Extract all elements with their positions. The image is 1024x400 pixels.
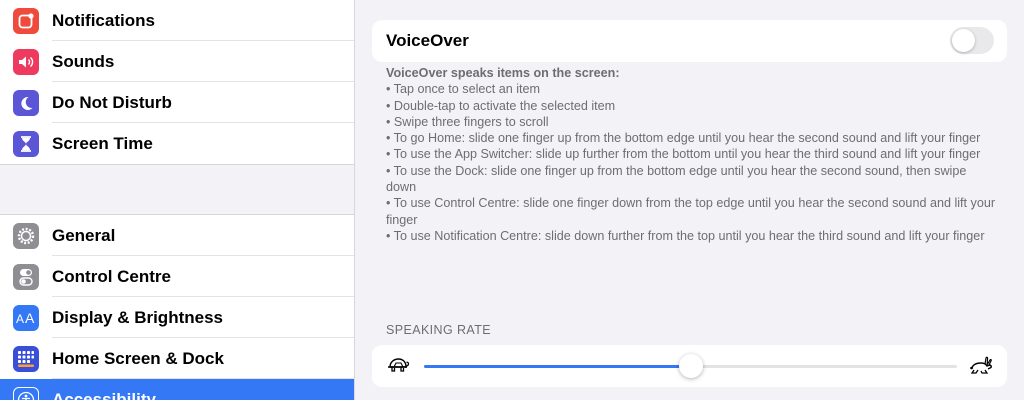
- description-item: • To use Control Centre: slide one finge…: [386, 196, 996, 227]
- sidebar-item-screen-time[interactable]: Screen Time: [0, 123, 354, 164]
- voiceover-row: VoiceOver: [372, 20, 1007, 62]
- description-item: • To use the App Switcher: slide up furt…: [386, 147, 981, 162]
- sidebar-item-do-not-disturb[interactable]: Do Not Disturb: [0, 82, 354, 123]
- speaking-rate-fill: [424, 365, 691, 368]
- description-item: • Double-tap to activate the selected it…: [386, 98, 616, 113]
- sidebar-item-sounds[interactable]: Sounds: [0, 41, 354, 82]
- sidebar-item-label: Do Not Disturb: [52, 92, 172, 112]
- voiceover-toggle[interactable]: [950, 27, 994, 54]
- svg-text:A: A: [16, 312, 24, 325]
- sidebar-item-general[interactable]: General: [0, 215, 354, 256]
- switches-icon: [13, 263, 39, 290]
- hare-icon: [969, 355, 993, 380]
- description-item: • Swipe three fingers to scroll: [386, 114, 549, 129]
- text-size-icon: AA: [13, 304, 39, 331]
- description-intro: VoiceOver speaks items on the screen:: [386, 66, 620, 80]
- toggle-knob: [952, 29, 975, 52]
- voiceover-label: VoiceOver: [386, 31, 469, 50]
- description-item: • To use the Dock: slide one finger up f…: [386, 163, 967, 195]
- sidebar-item-display-brightness[interactable]: AA Display & Brightness: [0, 297, 354, 338]
- voiceover-settings-panel: VoiceOver VoiceOver speaks items on the …: [356, 0, 1024, 400]
- sidebar-item-home-screen-dock[interactable]: Home Screen & Dock: [0, 338, 354, 379]
- sidebar-item-notifications[interactable]: Notifications: [0, 0, 354, 41]
- speaker-icon: [13, 48, 39, 75]
- notifications-icon: [13, 7, 39, 34]
- sidebar-item-label: Screen Time: [52, 133, 153, 153]
- sidebar-item-label: Display & Brightness: [52, 307, 223, 327]
- sidebar-item-label: Home Screen & Dock: [52, 348, 224, 368]
- speaking-rate-header: SPEAKING RATE: [386, 323, 491, 337]
- app-grid-icon: [13, 345, 39, 372]
- sidebar-item-label: Notifications: [52, 10, 155, 30]
- sidebar-item-control-centre[interactable]: Control Centre: [0, 256, 354, 297]
- sidebar-item-label: General: [52, 225, 116, 245]
- description-item: • To go Home: slide one finger up from t…: [386, 131, 981, 146]
- hourglass-icon: [13, 130, 39, 157]
- sidebar-item-label: Accessibility: [52, 389, 156, 400]
- speaking-rate-row: [372, 345, 1007, 387]
- voiceover-description: VoiceOver speaks items on the screen: • …: [386, 65, 996, 244]
- sidebar-group-2: General Control Centre AA Display & Brig…: [0, 214, 354, 400]
- description-item: • To use Notification Centre: slide down…: [386, 228, 985, 243]
- sidebar-item-accessibility[interactable]: Accessibility: [0, 379, 354, 400]
- svg-text:A: A: [25, 311, 35, 325]
- tortoise-icon: [386, 355, 410, 380]
- description-item: • Tap once to select an item: [386, 82, 540, 97]
- settings-sidebar: Notifications Sounds Do Not Disturb Scre…: [0, 0, 355, 400]
- sidebar-group-1: Notifications Sounds Do Not Disturb Scre…: [0, 0, 354, 165]
- sidebar-item-label: Control Centre: [52, 266, 171, 286]
- moon-icon: [13, 89, 39, 116]
- gear-icon: [13, 222, 39, 249]
- speaking-rate-slider-thumb[interactable]: [678, 354, 703, 378]
- accessibility-icon: [13, 386, 39, 400]
- sidebar-item-label: Sounds: [52, 51, 115, 71]
